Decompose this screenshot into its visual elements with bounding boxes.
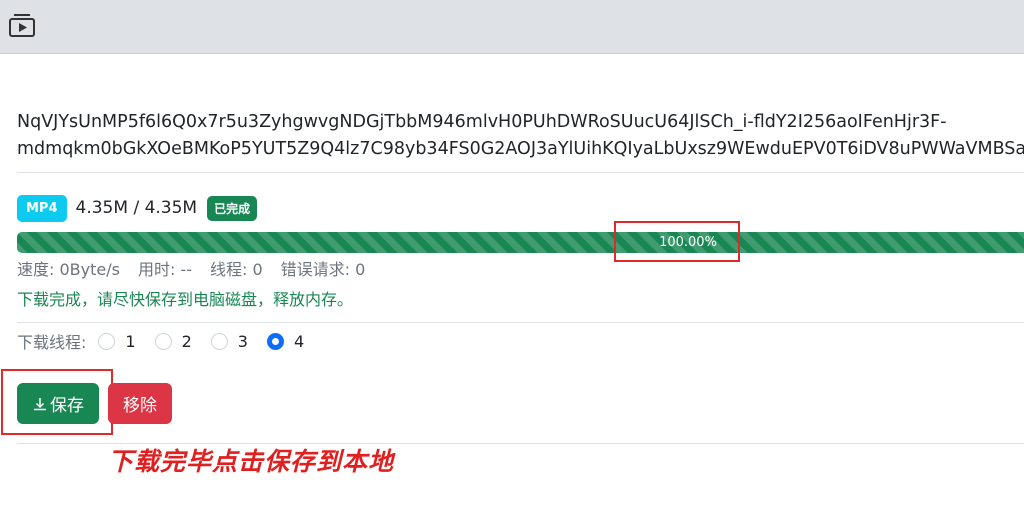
speed-stat: 速度: 0Byte/s <box>17 260 120 279</box>
thread-option-4[interactable]: 4 <box>266 332 304 351</box>
thread-selector-label: 下载线程: <box>17 333 87 352</box>
progress-highlight-box <box>614 221 740 262</box>
divider <box>17 172 1024 173</box>
file-name-line-1: NqVJYsUnMP5f6l6Q0x7r5u3ZyhgwvgNDGjTbbM94… <box>17 112 947 132</box>
thread-selector: 下载线程: 1 2 3 4 <box>17 330 304 353</box>
top-bar <box>0 0 1024 54</box>
instruction-annotation: 下载完毕点击保存到本地 <box>108 447 395 476</box>
thread-option-2[interactable]: 2 <box>154 332 192 351</box>
radio-button[interactable] <box>98 332 116 350</box>
thread-option-3[interactable]: 3 <box>210 332 248 351</box>
size-text: 4.35M / 4.35M <box>75 198 198 218</box>
threads-stat: 线程: 0 <box>209 260 263 279</box>
thread-option-1[interactable]: 1 <box>98 332 136 351</box>
completion-message: 下载完成，请尽快保存到电脑磁盘，释放内存。 <box>17 290 354 309</box>
file-name: NqVJYsUnMP5f6l6Q0x7r5u3ZyhgwvgNDGjTbbM94… <box>17 109 1024 163</box>
stats-row: 速度: 0Byte/s 用时: -- 线程: 0 错误请求: 0 <box>17 259 365 281</box>
file-name-line-2: mdmqkm0bGkXOeBMKoP5YUT5Z9Q4lz7C98yb34FS0… <box>17 139 1024 159</box>
status-badge: 已完成 <box>207 195 258 221</box>
remove-button[interactable]: 移除 <box>108 383 172 424</box>
remove-button-label: 移除 <box>123 396 157 416</box>
elapsed-stat: 用时: -- <box>137 260 192 279</box>
divider <box>17 322 1024 323</box>
play-window-icon[interactable] <box>8 12 36 38</box>
status-row: MP4 4.35M / 4.35M 已完成 <box>17 194 258 222</box>
radio-button[interactable] <box>154 332 172 350</box>
save-button-label: 保存 <box>50 396 84 416</box>
errors-stat: 错误请求: 0 <box>280 260 366 279</box>
format-badge: MP4 <box>17 194 67 222</box>
save-button[interactable]: 保存 <box>17 383 99 424</box>
radio-button[interactable] <box>210 332 228 350</box>
progress-bar <box>17 232 1024 253</box>
radio-button-checked[interactable] <box>266 332 284 350</box>
download-icon <box>34 397 46 410</box>
